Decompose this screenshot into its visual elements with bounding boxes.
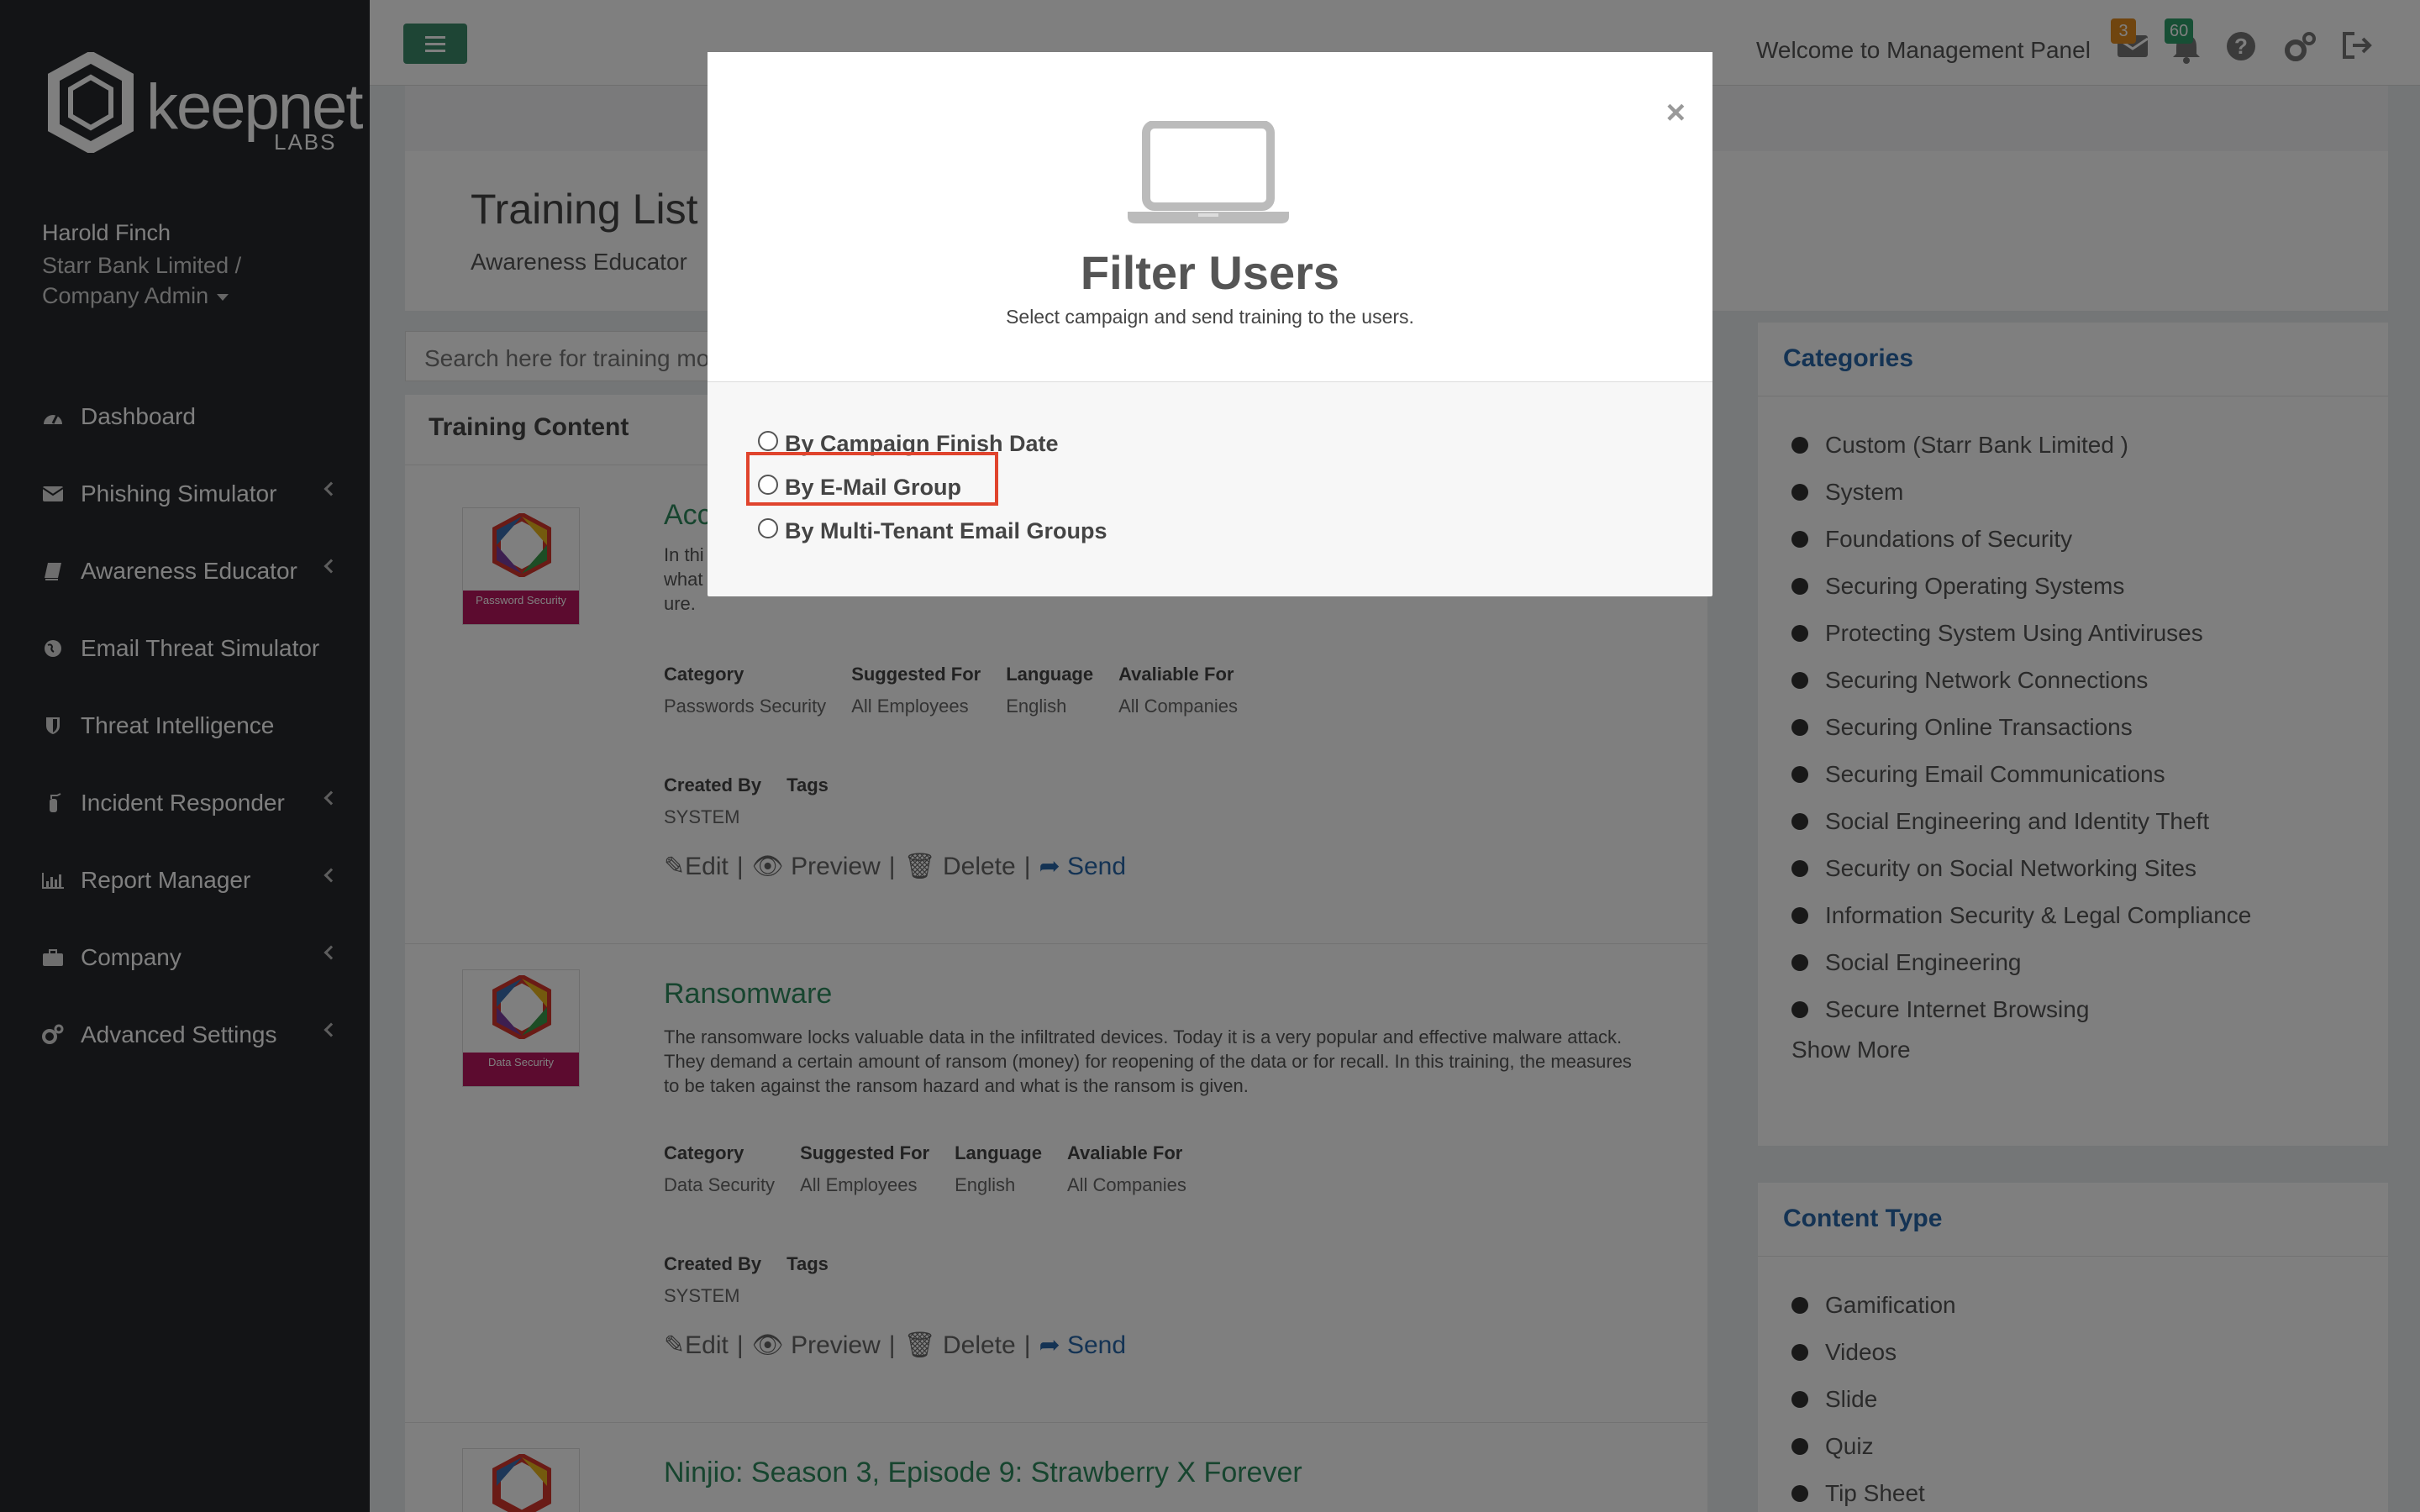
highlight-box (746, 452, 998, 506)
filter-users-modal: × Filter Users Select campaign and send … (708, 52, 1712, 596)
radio-button[interactable] (758, 518, 778, 538)
close-button[interactable]: × (1666, 96, 1686, 129)
modal-subtitle: Select campaign and send training to the… (1006, 306, 1414, 328)
laptop-icon (1128, 121, 1289, 223)
modal-title: Filter Users (1080, 246, 1340, 299)
option-multi-tenant-email-groups[interactable]: By Multi-Tenant Email Groups (758, 509, 1107, 553)
option-label: By Multi-Tenant Email Groups (785, 517, 1107, 543)
radio-button[interactable] (758, 431, 778, 451)
modal-header: × Filter Users Select campaign and send … (708, 52, 1712, 382)
